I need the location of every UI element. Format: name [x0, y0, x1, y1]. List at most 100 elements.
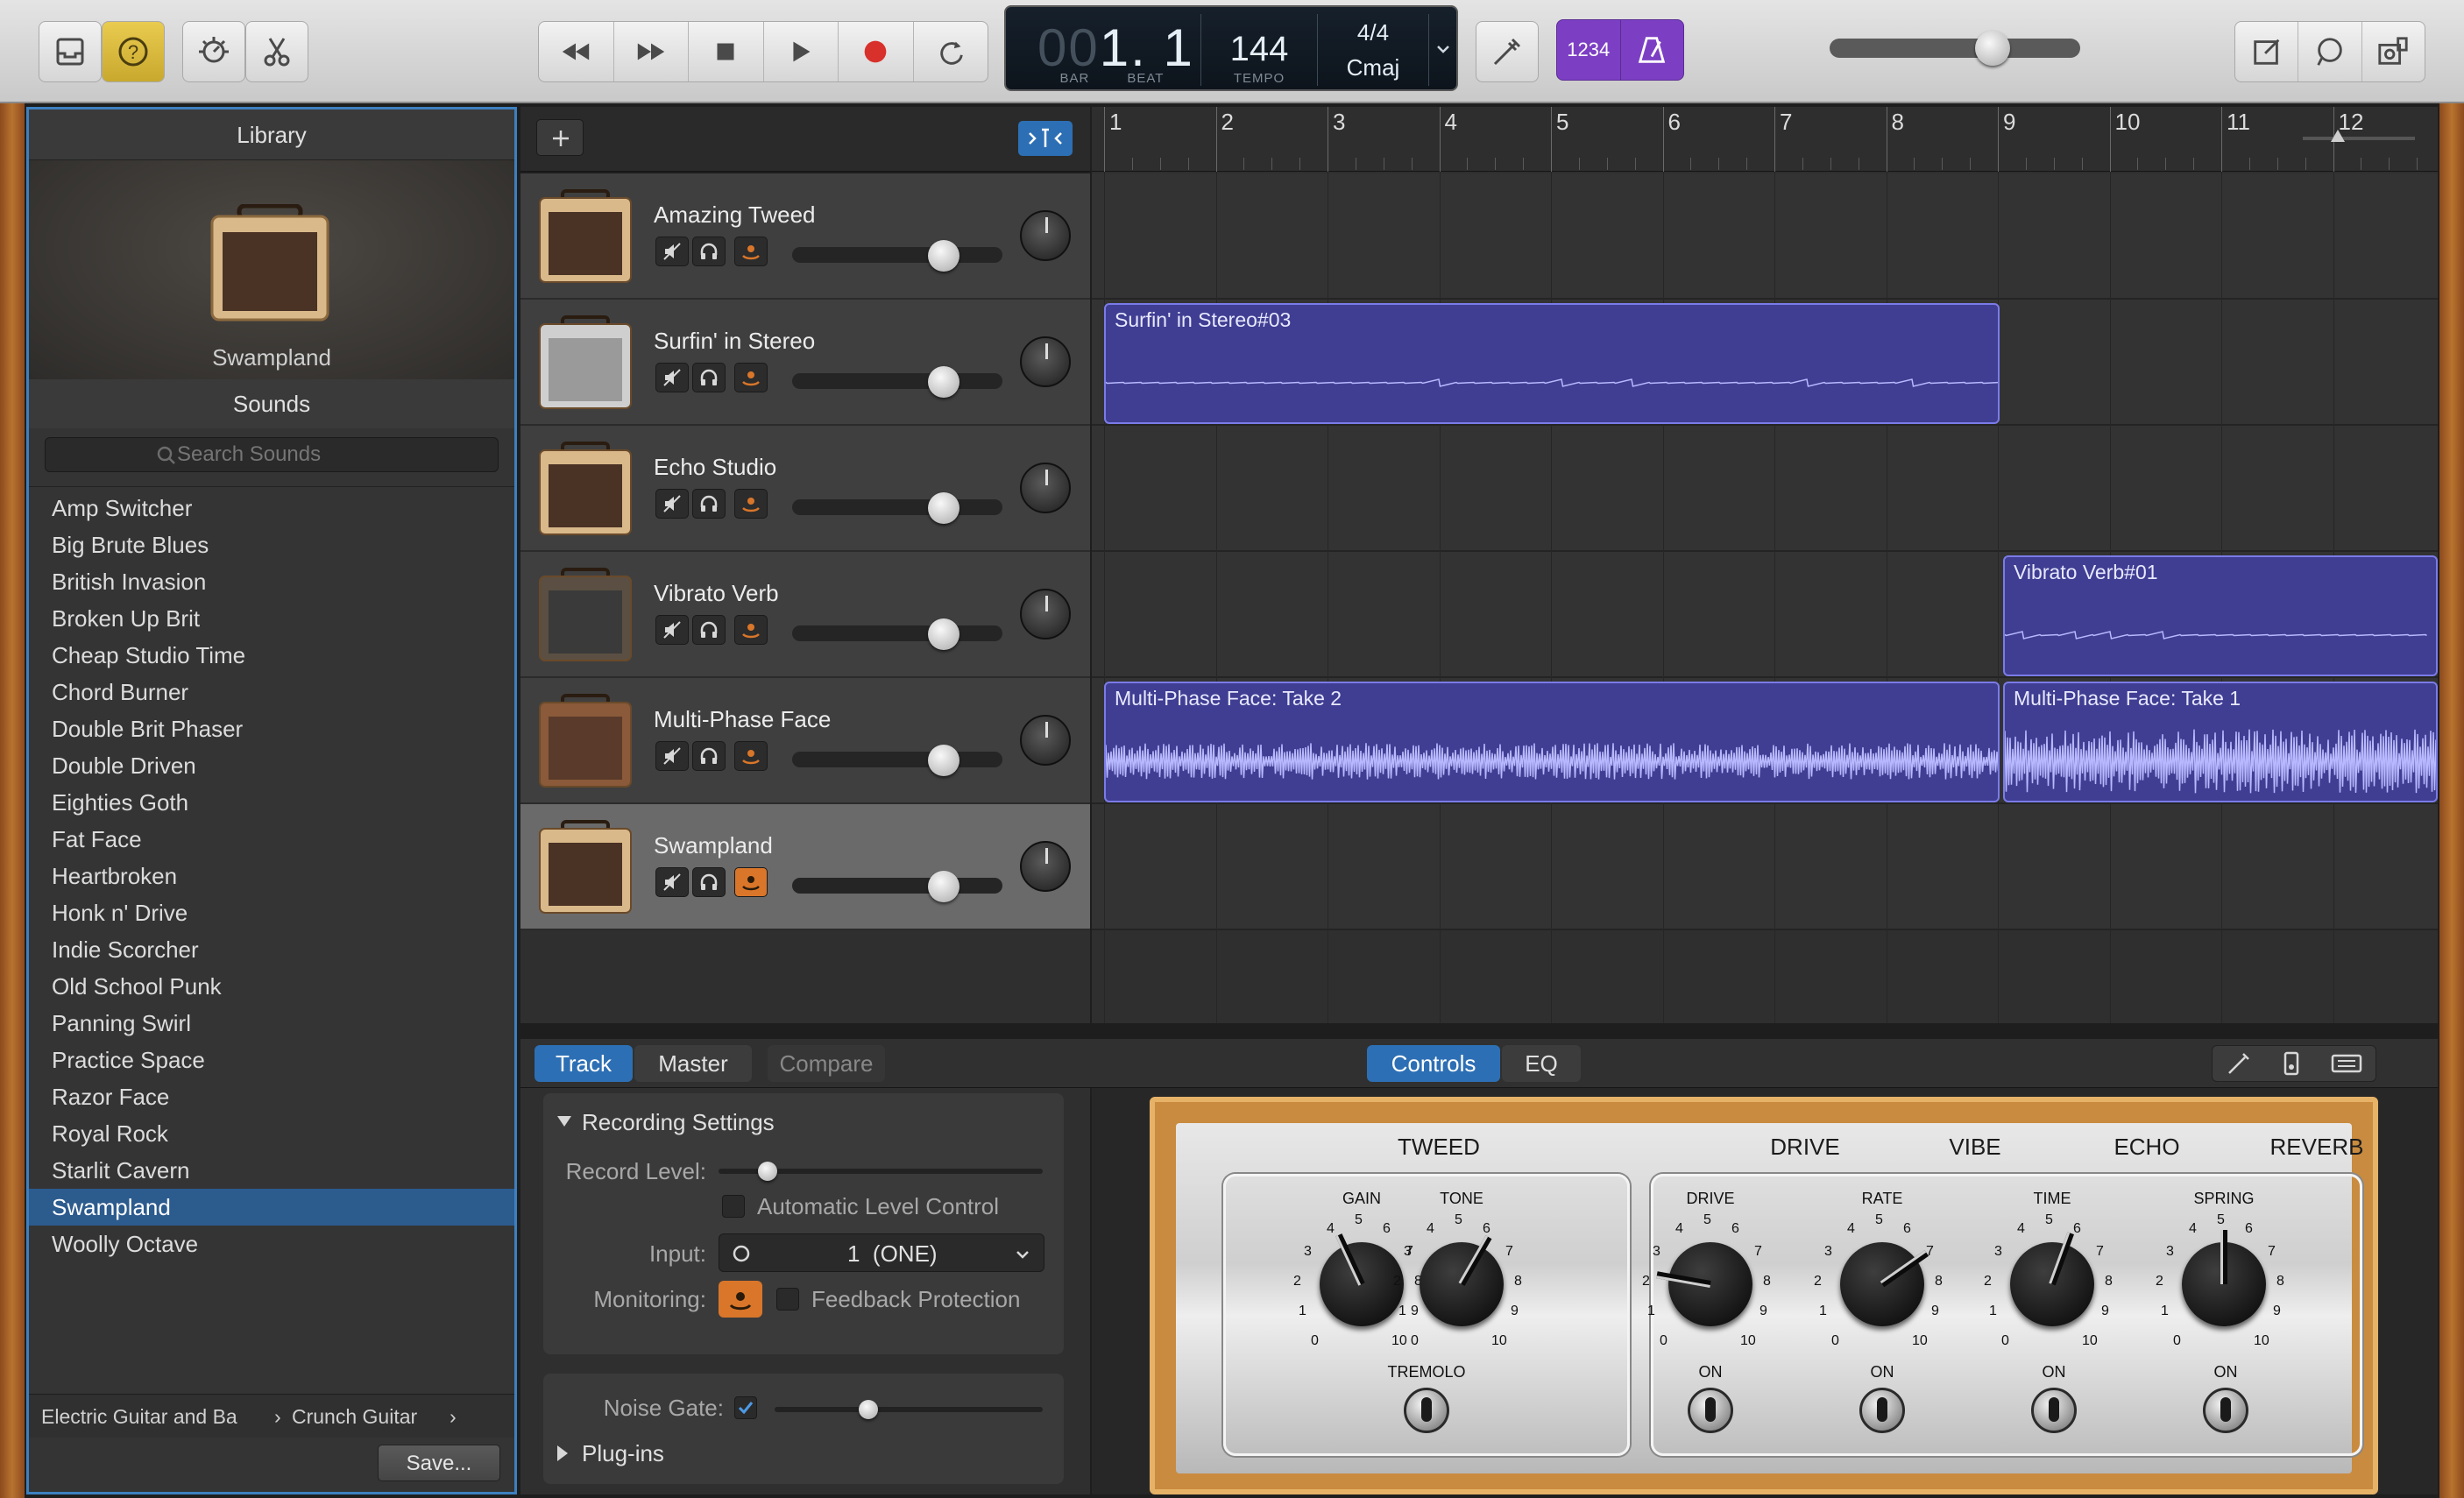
monitor-button[interactable] — [734, 615, 768, 645]
keyboard-icon[interactable] — [2331, 1050, 2362, 1077]
tuning-fork-icon[interactable] — [2226, 1050, 2252, 1077]
audio-region[interactable]: Surfin' in Stereo#03 — [1104, 303, 2000, 424]
audio-region[interactable]: Multi-Phase Face: Take 1 — [2003, 682, 2438, 802]
track-header[interactable]: Surfin' in Stereo — [520, 300, 1090, 426]
sound-item[interactable]: Heartbroken — [29, 858, 514, 894]
monitor-button[interactable] — [734, 363, 768, 392]
save-button[interactable]: Save... — [378, 1445, 500, 1481]
sound-item[interactable]: Indie Scorcher — [29, 931, 514, 968]
search-sounds-input[interactable] — [177, 441, 440, 469]
track-lane[interactable] — [1092, 426, 2438, 552]
help-button[interactable]: ? — [102, 21, 165, 82]
add-track-button[interactable] — [536, 119, 584, 156]
amp-knob[interactable] — [1840, 1242, 1929, 1326]
amp-knob[interactable] — [1420, 1235, 1504, 1326]
track-header[interactable]: Amazing Tweed — [520, 173, 1090, 300]
volume-slider[interactable] — [792, 745, 1002, 776]
notepad-button[interactable] — [2235, 22, 2299, 81]
noise-gate-checkbox[interactable] — [734, 1396, 757, 1419]
tempo-display[interactable]: 144 TEMPO — [1201, 7, 1317, 89]
breadcrumb-category[interactable]: Electric Guitar and Ba — [41, 1395, 271, 1438]
track-header[interactable]: Swampland — [520, 804, 1090, 930]
catch-playhead-button[interactable] — [1018, 121, 1073, 156]
solo-button[interactable] — [692, 741, 726, 771]
pan-knob[interactable] — [1020, 210, 1071, 261]
signature-display[interactable]: 4/4 Cmaj — [1318, 7, 1428, 89]
tab-eq[interactable]: EQ — [1502, 1045, 1581, 1082]
volume-slider[interactable] — [792, 618, 1002, 650]
amp-knob[interactable] — [2010, 1232, 2094, 1326]
pan-knob[interactable] — [1020, 336, 1071, 387]
compare-button[interactable]: Compare — [768, 1045, 885, 1082]
audio-region[interactable]: Multi-Phase Face: Take 2 — [1104, 682, 2000, 802]
tuner-button[interactable] — [1476, 21, 1539, 82]
audio-region[interactable]: Vibrato Verb#01 — [2003, 555, 2438, 676]
cycle-button[interactable] — [914, 22, 988, 81]
solo-button[interactable] — [692, 363, 726, 392]
solo-button[interactable] — [692, 615, 726, 645]
track-header[interactable]: Echo Studio — [520, 426, 1090, 552]
media-browser-button[interactable] — [2362, 22, 2425, 81]
monitor-button[interactable] — [734, 741, 768, 771]
volume-thumb[interactable] — [927, 871, 959, 902]
track-lane[interactable] — [1092, 173, 2438, 300]
tab-controls[interactable]: Controls — [1367, 1045, 1500, 1082]
monitor-button[interactable] — [734, 867, 768, 897]
master-volume-thumb[interactable] — [1974, 31, 2010, 66]
tab-master[interactable]: Master — [634, 1045, 752, 1082]
toggle-switch[interactable] — [1404, 1388, 1449, 1433]
sound-item[interactable]: Chord Burner — [29, 674, 514, 710]
sound-item[interactable]: Starlit Cavern — [29, 1152, 514, 1189]
track-lane[interactable] — [1092, 804, 2438, 930]
volume-slider[interactable] — [792, 492, 1002, 524]
ruler[interactable]: 1 2 3 4 5 6 7 8 9 10 11 12 — [1092, 107, 2438, 172]
solo-button[interactable] — [692, 237, 726, 266]
disclosure-open-icon[interactable] — [556, 1114, 573, 1128]
lcd-menu[interactable] — [1429, 7, 1458, 89]
volume-slider[interactable] — [792, 871, 1002, 902]
disclosure-closed-icon[interactable] — [556, 1444, 570, 1463]
mute-button[interactable] — [655, 363, 689, 392]
sound-item[interactable]: Fat Face — [29, 821, 514, 858]
editors-button[interactable] — [245, 21, 308, 82]
rewind-button[interactable] — [539, 22, 614, 81]
record-level-thumb[interactable] — [757, 1162, 777, 1181]
volume-thumb[interactable] — [927, 492, 959, 524]
sound-item[interactable]: Double Driven — [29, 747, 514, 784]
search-sounds-field[interactable] — [45, 437, 499, 472]
record-level-slider[interactable] — [719, 1162, 1043, 1181]
sound-item[interactable]: Broken Up Brit — [29, 600, 514, 637]
stop-button[interactable] — [689, 22, 764, 81]
volume-thumb[interactable] — [927, 366, 959, 398]
toggle-switch[interactable] — [2203, 1388, 2248, 1433]
pan-knob[interactable] — [1020, 715, 1071, 766]
track-name[interactable]: Echo Studio — [654, 454, 776, 481]
auto-level-checkbox[interactable] — [722, 1195, 745, 1218]
sound-item[interactable]: Razor Face — [29, 1078, 514, 1115]
track-header[interactable]: Vibrato Verb — [520, 552, 1090, 678]
noise-gate-thumb[interactable] — [859, 1400, 879, 1419]
feedback-protection-checkbox[interactable] — [776, 1288, 799, 1311]
toggle-switch[interactable] — [1688, 1388, 1733, 1433]
amp-knob[interactable] — [2182, 1230, 2266, 1326]
sound-item[interactable]: British Invasion — [29, 563, 514, 600]
library-button[interactable] — [39, 21, 102, 82]
mute-button[interactable] — [655, 867, 689, 897]
zoom-slider[interactable] — [2298, 123, 2420, 154]
mute-button[interactable] — [655, 615, 689, 645]
input-select[interactable]: 1 (ONE) — [719, 1233, 1044, 1272]
sound-item[interactable]: Big Brute Blues — [29, 526, 514, 563]
amp-knob[interactable] — [1320, 1233, 1404, 1326]
sound-item[interactable]: Honk n' Drive — [29, 894, 514, 931]
record-button[interactable] — [839, 22, 914, 81]
track-header[interactable]: Multi-Phase Face — [520, 678, 1090, 804]
monitor-button[interactable] — [734, 489, 768, 519]
monitoring-button[interactable] — [719, 1281, 762, 1318]
sound-item[interactable]: Eighties Goth — [29, 784, 514, 821]
sound-item[interactable]: Amp Switcher — [29, 490, 514, 526]
fast-forward-button[interactable] — [614, 22, 689, 81]
noise-gate-slider[interactable] — [775, 1400, 1043, 1419]
count-in-button[interactable]: 1234 — [1557, 20, 1621, 80]
master-volume-slider[interactable] — [1830, 31, 2080, 66]
sound-item[interactable]: Old School Punk — [29, 968, 514, 1005]
